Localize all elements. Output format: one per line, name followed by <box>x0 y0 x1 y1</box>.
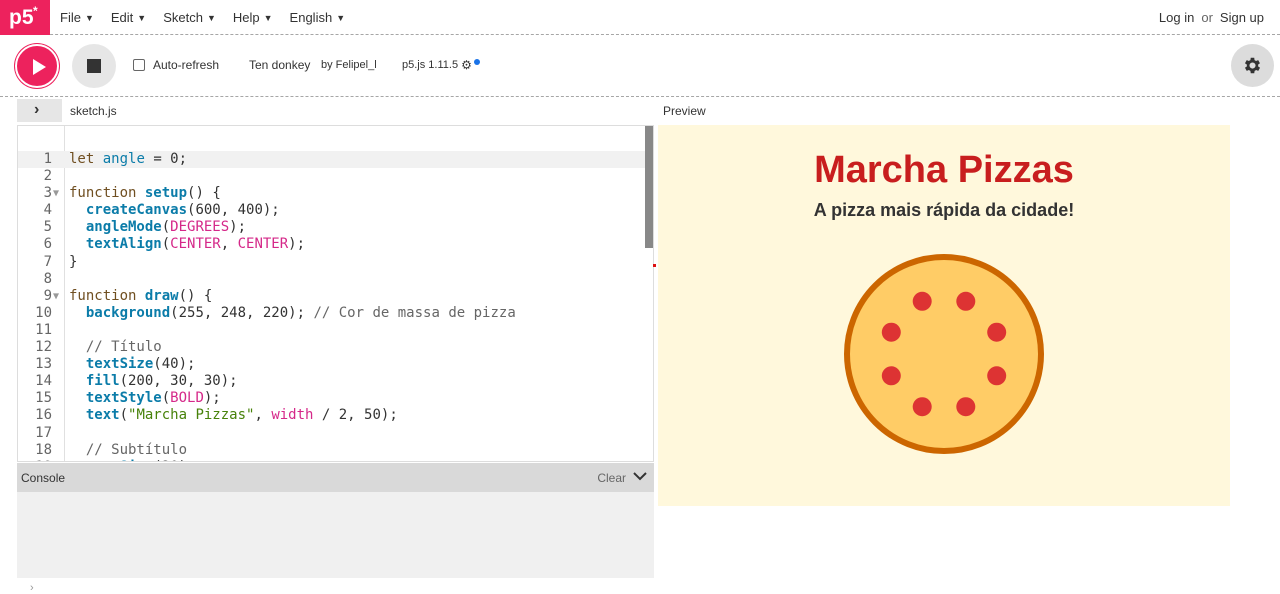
pizza-crust <box>844 254 1044 454</box>
project-author[interactable]: by Felipel_l <box>321 59 377 71</box>
chevron-down-icon: ▼ <box>206 12 216 23</box>
code-line: 7} <box>43 253 78 270</box>
code-line: 5 angleMode(DEGREES); <box>43 219 247 236</box>
stop-button[interactable] <box>72 44 116 88</box>
auto-refresh-toggle[interactable]: Auto-refresh <box>133 58 219 72</box>
sketch-title: Marcha Pizzas <box>814 149 1074 191</box>
auto-refresh-label: Auto-refresh <box>153 58 220 72</box>
pepperoni <box>956 397 976 417</box>
update-dot <box>473 59 480 65</box>
pepperoni <box>881 366 901 386</box>
menu-sketch[interactable]: Sketch ▼ <box>163 10 216 25</box>
pepperoni <box>912 397 932 417</box>
code-line: 13 textSize(40); <box>35 356 196 373</box>
pepperoni <box>912 291 932 311</box>
editor-scrollbar[interactable] <box>645 126 653 248</box>
code-editor[interactable]: 1 let angle = 0; 2 3 ▼ function setup() { 4… <box>17 125 654 462</box>
console-prompt-icon[interactable]: › <box>30 582 34 594</box>
sketch-subtitle: A pizza mais rápida da cidade! <box>813 200 1075 220</box>
version-selector[interactable]: p5.js 1.11.5 ⚙ <box>402 58 480 72</box>
chevron-down-icon: ▼ <box>263 12 273 23</box>
code-line: 4 createCanvas(600, 400); <box>43 202 280 219</box>
menu-help[interactable]: Help ▼ <box>233 10 273 25</box>
code-lines[interactable]: 1 let angle = 0; 2 3 ▼ function setup() { 4… <box>18 151 648 461</box>
menu-edit[interactable]: Edit ▼ <box>111 10 146 25</box>
main-menu: File ▼ Edit ▼ Sketch ▼ Help ▼ English ▼ <box>60 0 362 35</box>
pepperoni <box>987 322 1007 342</box>
auto-refresh-checkbox[interactable] <box>133 59 145 71</box>
signup-link[interactable]: Sign up <box>1220 10 1264 25</box>
code-line: 2 <box>43 168 52 185</box>
settings-button[interactable] <box>1231 44 1274 87</box>
svg-text:p5: p5 <box>9 6 34 29</box>
svg-text:*: * <box>33 4 38 18</box>
pepperoni <box>956 291 976 311</box>
code-line: 11 <box>35 321 52 338</box>
code-line: 18 // Subtítulo <box>35 441 188 458</box>
stop-icon <box>87 59 101 73</box>
chevron-right-icon: › <box>34 101 40 118</box>
console-clear-button[interactable]: Clear <box>597 471 626 485</box>
code-line: 8 <box>43 270 52 287</box>
auth-separator: or <box>1201 10 1213 25</box>
code-line: 16 text("Marcha Pizzas", width / 2, 50); <box>35 407 398 424</box>
code-line: 6 textAlign(CENTER, CENTER); <box>43 236 306 253</box>
login-link[interactable]: Log in <box>1159 10 1194 25</box>
code-line: 10 background(255, 248, 220); // Cor de … <box>35 304 516 321</box>
console-header: Console Clear <box>17 463 654 492</box>
menu-file[interactable]: File ▼ <box>60 10 94 25</box>
chevron-down-icon: ▼ <box>336 12 346 23</box>
preview-label: Preview <box>663 104 706 118</box>
project-name[interactable]: Ten donkey <box>249 58 310 72</box>
chevron-down-icon: ▼ <box>84 12 94 23</box>
sidebar-toggle-button[interactable]: › <box>17 99 62 122</box>
toolbar: Auto-refresh Ten donkey by Felipel_l p5.… <box>0 36 1280 97</box>
play-icon <box>33 59 46 75</box>
code-line: 9 ▼ function draw() { <box>43 287 213 304</box>
code-line: 12 // Título <box>35 339 162 356</box>
code-line: 15 textStyle(BOLD); <box>35 390 221 407</box>
pepperoni <box>881 322 901 342</box>
menu-language[interactable]: English ▼ <box>290 10 346 25</box>
file-name: sketch.js <box>70 104 117 118</box>
pepperoni <box>987 366 1007 386</box>
version-label: p5.js 1.11.5 <box>402 59 459 71</box>
error-marker <box>653 264 656 267</box>
chevron-down-icon: ▼ <box>137 12 147 23</box>
p5-logo[interactable]: p5 * <box>0 0 50 35</box>
editor-header: › sketch.js <box>17 99 654 125</box>
console-title: Console <box>21 471 66 485</box>
code-line: 19 textSize(20); <box>18 459 648 461</box>
preview-canvas[interactable]: Marcha Pizzas A pizza mais rápida da cid… <box>658 125 1230 506</box>
chevron-down-icon[interactable] <box>632 468 648 484</box>
gear-icon <box>1244 57 1261 74</box>
gear-icon: ⚙ <box>461 58 472 72</box>
console-output <box>17 492 654 578</box>
top-nav: p5 * File ▼ Edit ▼ Sketch ▼ Help ▼ English ▼ … <box>0 0 1280 35</box>
auth-links: Log in or Sign up <box>1159 0 1264 35</box>
play-button[interactable] <box>15 44 59 88</box>
code-line: 14 fill(200, 30, 30); <box>35 373 238 390</box>
code-line: 1 let angle = 0; <box>18 151 648 169</box>
code-line: 3 ▼ function setup() { <box>43 185 221 202</box>
code-line: 17 <box>35 424 52 441</box>
